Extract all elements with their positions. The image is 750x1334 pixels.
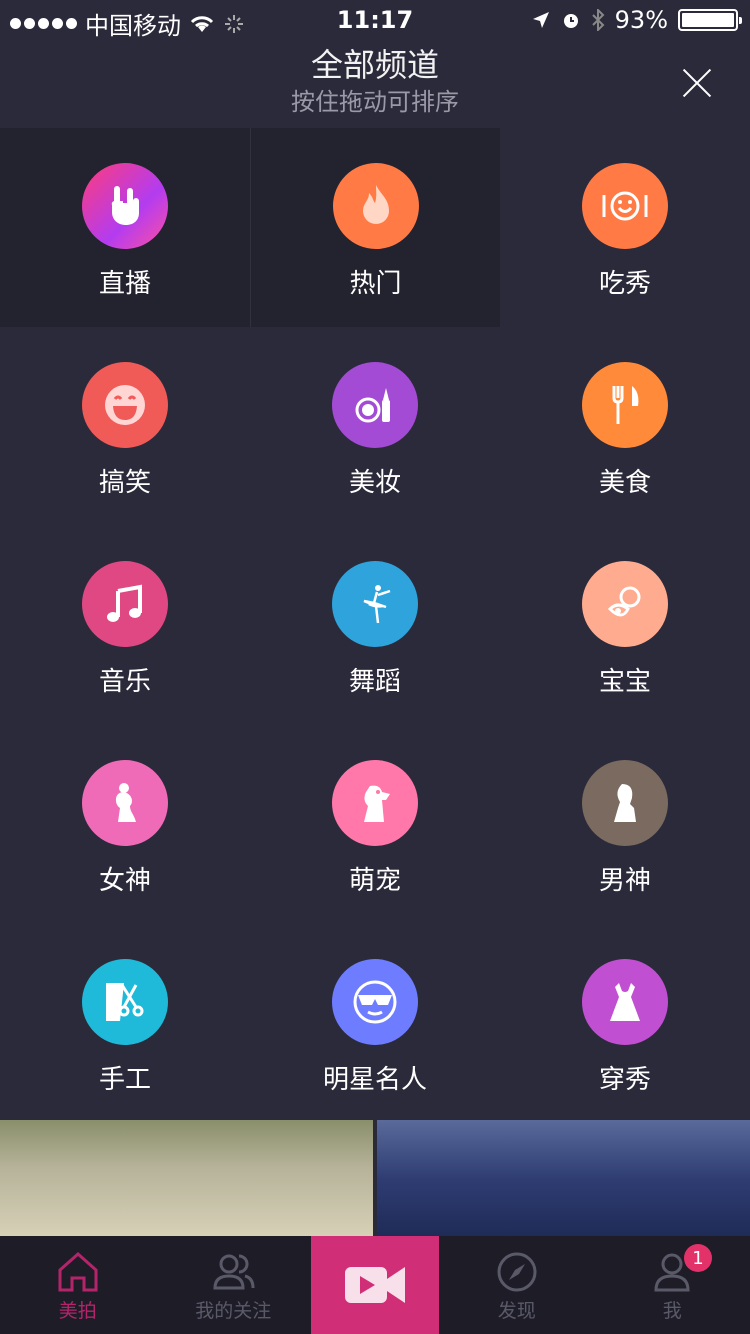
channel-item-handcraft[interactable]: 手工 [0,924,250,1123]
music-note-icon [82,561,168,647]
man-silhouette-icon [582,760,668,846]
page-subtitle: 按住拖动可排序 [291,88,459,116]
location-arrow-icon [532,12,549,28]
pets-icon [332,760,418,846]
woman-silhouette-icon [82,760,168,846]
laughing-face-icon [82,362,168,448]
channel-item-funny[interactable]: 搞笑 [0,327,250,526]
channel-item-celebrity[interactable]: 明星名人 [250,924,500,1123]
status-bar: 中国移动 11:17 93% [0,0,750,40]
home-icon [58,1251,98,1291]
channel-label: 穿秀 [598,1065,651,1095]
bluetooth-icon [591,9,605,31]
channel-label: 吃秀 [598,269,651,299]
channel-item-fashion[interactable]: 穿秀 [500,924,750,1123]
pacifier-icon [582,561,668,647]
tab-meipai[interactable]: 美拍 [0,1236,156,1334]
video-thumbnail[interactable] [377,1120,750,1240]
channel-item-hunk[interactable]: 男神 [500,725,750,924]
channel-item-dance[interactable]: 舞蹈 [250,526,500,725]
tab-following[interactable]: 我的关注 [156,1236,312,1334]
channel-item-eating[interactable]: 吃秀 [500,128,750,327]
close-icon[interactable] [682,68,712,98]
channel-label: 女神 [98,866,151,896]
tab-label: 美拍 [58,1299,97,1322]
sunglasses-face-icon [332,959,418,1045]
record-video-button[interactable] [311,1236,439,1334]
makeup-icon [332,362,418,448]
compass-icon [497,1252,537,1291]
tab-label: 发现 [497,1299,536,1322]
channel-item-music[interactable]: 音乐 [0,526,250,725]
video-preview-strip [0,1120,750,1240]
tab-me[interactable]: 我 1 [595,1236,750,1334]
channel-label: 明星名人 [322,1065,427,1095]
dress-icon [582,959,668,1045]
channel-item-goddess[interactable]: 女神 [0,725,250,924]
channel-label: 音乐 [98,667,151,697]
fork-knife-icon [582,362,668,448]
page-title: 全部频道 [310,46,439,84]
status-right: 93% [531,6,742,34]
channel-label: 宝宝 [598,667,651,697]
channel-item-makeup[interactable]: 美妆 [250,327,500,526]
channel-item-food[interactable]: 美食 [500,327,750,526]
video-thumbnail[interactable] [0,1120,373,1240]
video-camera-icon [345,1267,405,1303]
rock-hand-icon [82,163,168,249]
channel-label: 萌宠 [348,866,401,896]
channel-label: 直播 [98,269,151,299]
battery-icon [678,9,742,31]
battery-percent: 93% [614,6,668,34]
channel-item-baby[interactable]: 宝宝 [500,526,750,725]
channel-label: 手工 [98,1065,151,1095]
notification-badge: 1 [684,1244,712,1272]
channel-label: 美妆 [348,468,401,498]
flame-icon [332,163,419,249]
channel-item-live[interactable]: 直播 [0,128,250,327]
channel-label: 男神 [598,866,651,896]
channel-label: 搞笑 [98,468,151,498]
tab-discover[interactable]: 发现 [439,1236,595,1334]
people-icon [213,1254,255,1289]
tab-label: 我 [662,1299,682,1322]
channel-item-pets[interactable]: 萌宠 [250,725,500,924]
alarm-icon [563,14,578,28]
channel-label: 舞蹈 [348,667,401,697]
tab-label: 我的关注 [195,1299,272,1322]
channel-header: 全部频道 按住拖动可排序 [0,44,750,118]
tab-bar: 美拍 我的关注 发现 我 1 [0,1236,750,1334]
ballerina-icon [332,561,418,647]
channel-item-hot[interactable]: 热门 [250,128,500,327]
channel-grid: 直播 热门 吃秀 搞笑 美妆 美食 音乐 舞蹈 宝宝 女神 萌宠 男神 手工 明… [0,128,750,1123]
channel-label: 美食 [598,468,651,498]
channel-label: 热门 [349,269,402,299]
dining-face-icon [582,163,668,249]
scissors-icon [82,959,168,1045]
